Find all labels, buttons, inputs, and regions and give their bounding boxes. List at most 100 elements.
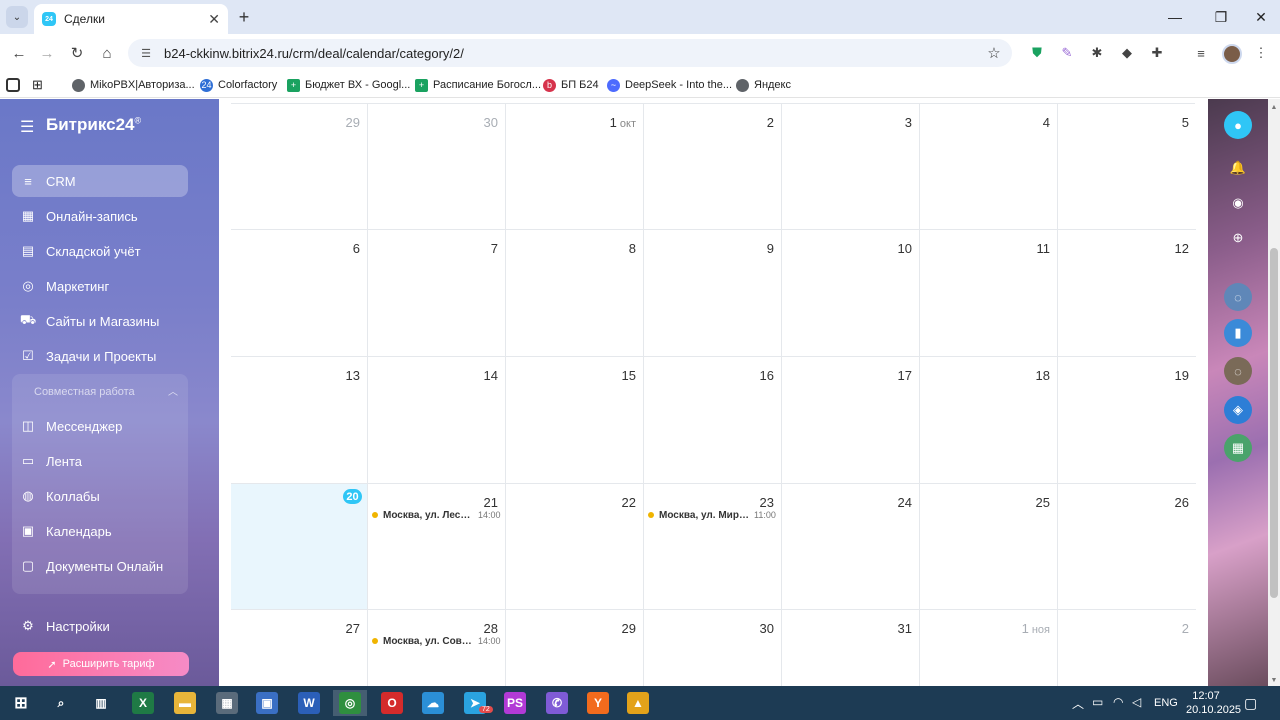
hamburger-menu-icon[interactable]: ☰ bbox=[20, 117, 34, 137]
scroll-up-icon[interactable]: ▲ bbox=[1268, 101, 1280, 113]
wifi-icon[interactable]: ◠ bbox=[1113, 695, 1123, 709]
calendar-day-cell[interactable]: 26 bbox=[1058, 484, 1196, 610]
calendar-day-cell[interactable]: 25 bbox=[920, 484, 1058, 610]
calendar-day-cell[interactable]: 4 bbox=[920, 104, 1058, 230]
word-app[interactable]: W bbox=[292, 690, 326, 716]
calendar-day-cell[interactable]: 2 bbox=[644, 104, 782, 230]
maximize-button[interactable]: ❐ bbox=[1210, 6, 1232, 28]
sidebar-item-documents[interactable]: ▢ Документы Онлайн bbox=[12, 550, 188, 582]
battery-icon[interactable]: ▭ bbox=[1092, 695, 1103, 709]
sidebar-item-crm[interactable]: ≡ CRM bbox=[12, 165, 188, 197]
bookmark-item[interactable]: ~ DeepSeek - Into the... bbox=[607, 76, 732, 94]
puzzle-extensions-icon[interactable]: ✚ bbox=[1148, 44, 1166, 62]
sidebar-item-tasks[interactable]: ☑ Задачи и Проекты bbox=[12, 340, 188, 372]
group-title[interactable]: Совместная работа bbox=[34, 386, 135, 398]
calendar-day-cell[interactable]: 28 Москва, ул. Совет... 14:00 bbox=[368, 610, 506, 686]
pen-extension-icon[interactable]: ✎ bbox=[1058, 44, 1076, 62]
calendar-day-cell[interactable]: 14 bbox=[368, 357, 506, 484]
photo-app[interactable]: ▲ bbox=[621, 690, 655, 716]
calendar-day-cell[interactable]: 27 bbox=[231, 610, 368, 686]
excel-app[interactable]: X bbox=[126, 690, 160, 716]
bitrix-chat-icon[interactable]: ◈ bbox=[1224, 396, 1252, 424]
profile-avatar[interactable] bbox=[1222, 44, 1242, 64]
task-view-app[interactable]: ▥ bbox=[84, 690, 118, 716]
bookmark-item[interactable]: + Расписание Богосл... bbox=[415, 76, 541, 94]
bitrix24-logo[interactable]: Битрикс24® bbox=[46, 115, 141, 135]
sidebar-item-marketing[interactable]: ◎ Маркетинг bbox=[12, 270, 188, 302]
deal-event[interactable]: Москва, ул. Лесна... 14:00 bbox=[372, 508, 502, 522]
viber-app[interactable]: ✆ bbox=[540, 690, 574, 716]
telegram-app[interactable]: ➤ 72 bbox=[458, 690, 493, 716]
opera-app[interactable]: O bbox=[375, 690, 409, 716]
calendar-day-cell[interactable]: 1 ноя bbox=[920, 610, 1058, 686]
reload-button[interactable]: ↻ bbox=[66, 42, 88, 64]
calendar-day-cell[interactable]: 8 bbox=[506, 230, 644, 357]
cloud-app[interactable]: ☁ bbox=[416, 690, 450, 716]
chevron-up-icon[interactable]: ︿ bbox=[1072, 695, 1084, 712]
calendar-day-cell[interactable]: 7 bbox=[368, 230, 506, 357]
sidebar-toggle-button[interactable] bbox=[6, 76, 20, 94]
sidebar-item-messenger[interactable]: ◫ Мессенджер bbox=[12, 410, 188, 442]
calendar-day-cell[interactable]: 23 Москва, ул. Мира,... 11:00 bbox=[644, 484, 782, 610]
site-info-icon[interactable]: ☰ bbox=[138, 45, 154, 61]
sidebar-item-warehouse[interactable]: ▤ Складской учёт bbox=[12, 235, 188, 267]
media-control-icon[interactable]: ≡ bbox=[1192, 44, 1210, 62]
calendar-day-cell[interactable]: 3 bbox=[782, 104, 920, 230]
tab-search-button[interactable]: ⌄ bbox=[6, 6, 28, 28]
chrome-app[interactable]: ◎ bbox=[333, 690, 367, 716]
calculator-app[interactable]: ▦ bbox=[210, 690, 244, 716]
calendar-day-cell[interactable]: 17 bbox=[782, 357, 920, 484]
close-window-button[interactable]: ✕ bbox=[1250, 6, 1272, 28]
home-button[interactable]: ⌂ bbox=[96, 42, 118, 64]
calendar-day-cell[interactable]: 21 Москва, ул. Лесна... 14:00 bbox=[368, 484, 506, 610]
calendar-day-cell[interactable]: 12 bbox=[1058, 230, 1196, 357]
calendar-day-cell[interactable]: 19 bbox=[1058, 357, 1196, 484]
upgrade-plan-button[interactable]: ➚ Расширить тариф bbox=[13, 652, 189, 676]
calendar-day-cell[interactable]: 20 bbox=[231, 484, 368, 610]
bookmark-star-icon[interactable]: ☆ bbox=[984, 44, 1004, 62]
sidebar-item-online-booking[interactable]: ▦ Онлайн-запись bbox=[12, 200, 188, 232]
sidebar-item-feed[interactable]: ▭ Лента bbox=[12, 445, 188, 477]
avatar[interactable]: ◌ bbox=[1224, 283, 1252, 311]
start-button[interactable]: ⊞ bbox=[4, 690, 38, 716]
explorer-app[interactable]: ▬ bbox=[168, 690, 202, 716]
bug-extension-icon[interactable]: ✱ bbox=[1088, 44, 1106, 62]
bookmark-item[interactable]: Яндекс bbox=[736, 76, 791, 94]
calendar-day-cell[interactable]: 29 bbox=[506, 610, 644, 686]
new-tab-button[interactable]: + bbox=[234, 6, 254, 28]
search-app[interactable]: ⌕ bbox=[44, 690, 78, 716]
calendar-day-cell[interactable]: 5 bbox=[1058, 104, 1196, 230]
app-icon[interactable]: ▦ bbox=[1224, 434, 1252, 462]
forward-button[interactable]: → bbox=[36, 42, 58, 64]
search-chat-icon[interactable]: ⊕ bbox=[1224, 224, 1252, 252]
browser-tab[interactable]: 24 Сделки ✕ bbox=[34, 4, 228, 34]
more-menu-icon[interactable]: ⋮ bbox=[1252, 44, 1270, 62]
scroll-down-icon[interactable]: ▼ bbox=[1268, 674, 1280, 686]
save-app[interactable]: ▣ bbox=[250, 690, 284, 716]
calendar-day-cell[interactable]: 30 bbox=[368, 104, 506, 230]
spy-extension-icon[interactable]: ◆ bbox=[1118, 44, 1136, 62]
calendar-day-cell[interactable]: 24 bbox=[782, 484, 920, 610]
calendar-day-cell[interactable]: 11 bbox=[920, 230, 1058, 357]
bookmark-item[interactable]: + Бюджет ВХ - Googl... bbox=[287, 76, 410, 94]
scrollbar-thumb[interactable] bbox=[1270, 248, 1278, 598]
minimize-button[interactable]: — bbox=[1164, 6, 1186, 28]
bookmark-item[interactable]: MikoPBX|Авториза... bbox=[72, 76, 195, 94]
calendar-day-cell[interactable]: 22 bbox=[506, 484, 644, 610]
calendar-day-cell[interactable]: 13 bbox=[231, 357, 368, 484]
calendar-day-cell[interactable]: 30 bbox=[644, 610, 782, 686]
calendar-day-cell[interactable]: 15 bbox=[506, 357, 644, 484]
calendar-day-cell[interactable]: 2 bbox=[1058, 610, 1196, 686]
shield-extension-icon[interactable]: ⛊ bbox=[1028, 44, 1046, 62]
close-icon[interactable]: ✕ bbox=[208, 11, 220, 28]
calendar-day-cell[interactable]: 1 окт bbox=[506, 104, 644, 230]
user-status-icon[interactable]: ● bbox=[1224, 111, 1252, 139]
bookmark-item[interactable]: b БП Б24 bbox=[543, 76, 599, 94]
apps-button[interactable]: ⊞ bbox=[32, 76, 43, 94]
bookmark-item[interactable]: 24 Colorfactory bbox=[200, 76, 277, 94]
back-button[interactable]: ← bbox=[8, 42, 30, 64]
calendar-day-cell[interactable]: 10 bbox=[782, 230, 920, 357]
sidebar-item-sites[interactable]: ⛟ Сайты и Магазины bbox=[12, 305, 188, 337]
deal-event[interactable]: Москва, ул. Совет... 14:00 bbox=[372, 634, 502, 648]
clock[interactable]: 12:07 20.10.2025 bbox=[1186, 689, 1241, 717]
